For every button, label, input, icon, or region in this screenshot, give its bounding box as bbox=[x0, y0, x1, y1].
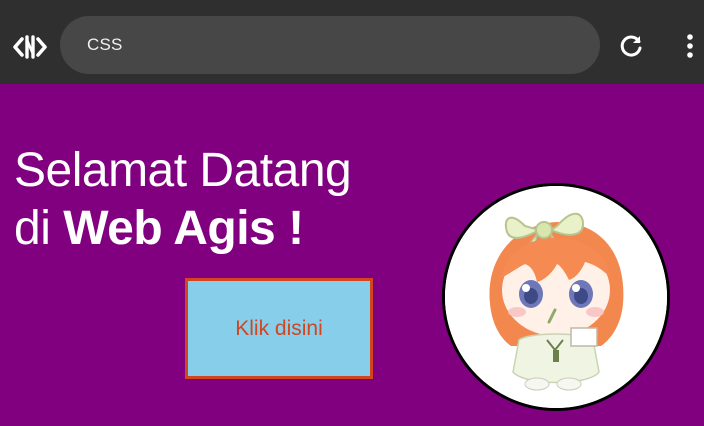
address-bar[interactable]: CSS bbox=[60, 16, 600, 74]
reload-icon[interactable] bbox=[614, 29, 648, 63]
browser-toolbar: CSS bbox=[0, 0, 704, 84]
brand-name: Web Agis ! bbox=[63, 202, 304, 255]
more-vertical-icon[interactable] bbox=[672, 28, 704, 64]
click-here-button-label: Klik disini bbox=[235, 316, 323, 340]
greeting-line-1: Selamat Datang bbox=[14, 144, 352, 197]
address-bar-text: CSS bbox=[87, 35, 123, 54]
greeting-line-2: di Web Agis ! bbox=[14, 200, 351, 258]
code-brackets-icon[interactable] bbox=[10, 27, 50, 67]
page-content: Selamat Datang di Web Agis ! Klik disini bbox=[0, 84, 704, 426]
avatar bbox=[442, 183, 670, 411]
greeting-heading: Selamat Datang di Web Agis ! bbox=[14, 142, 352, 258]
click-here-button[interactable]: Klik disini bbox=[185, 278, 373, 379]
anime-girl-avatar bbox=[445, 186, 667, 408]
greeting-prefix: di bbox=[14, 202, 51, 255]
